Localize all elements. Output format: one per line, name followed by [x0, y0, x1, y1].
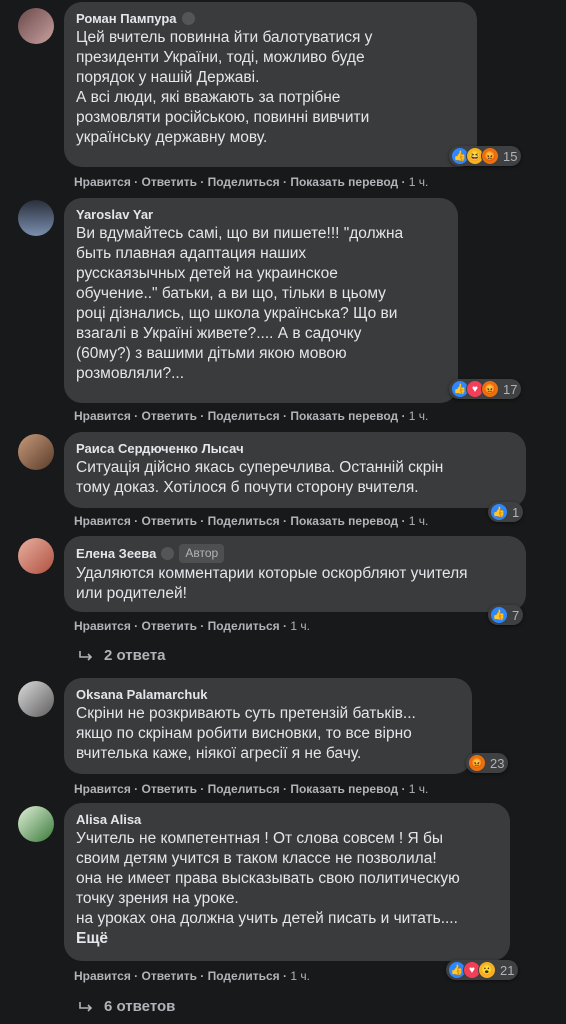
reply-link[interactable]: Ответить — [142, 969, 197, 983]
avatar[interactable] — [18, 806, 54, 842]
comment-bubble: Роман Пампура Цей вчитель повинна йти ба… — [64, 2, 477, 167]
comment-author[interactable]: Alisa Alisa — [76, 811, 141, 828]
share-link[interactable]: Поделиться — [208, 514, 280, 528]
comment-text: Удаляются комментарии которые оскорбляют… — [76, 565, 468, 602]
reply-link[interactable]: Ответить — [142, 782, 197, 796]
like-link[interactable]: Нравится — [74, 969, 131, 983]
like-link[interactable]: Нравится — [74, 782, 131, 796]
timestamp[interactable]: 1 ч. — [290, 969, 310, 983]
comment-bubble: Раиса Сердюченко Лысач Ситуація дійсно я… — [64, 432, 526, 508]
reply-arrow-icon — [79, 650, 93, 661]
avatar[interactable] — [18, 434, 54, 470]
share-link[interactable]: Поделиться — [208, 969, 280, 983]
reply-link[interactable]: Ответить — [142, 409, 197, 423]
angry-reaction-icon: 😡 — [468, 754, 486, 772]
comment-actions: Нравится · Ответить · Поделиться · 1 ч. — [74, 619, 310, 633]
timestamp[interactable]: 1 ч. — [409, 782, 429, 796]
reactions-summary[interactable]: 👍 ♥ 😡 17 — [449, 379, 522, 399]
timestamp[interactable]: 1 ч. — [409, 175, 429, 189]
avatar[interactable] — [18, 8, 54, 44]
comment-author[interactable]: Oksana Palamarchuk — [76, 686, 208, 703]
view-replies-link[interactable]: 2 ответа — [78, 647, 166, 664]
reply-arrow-icon — [79, 1001, 93, 1012]
comment-bubble: Alisa Alisa Учитель не компетентная ! От… — [64, 803, 510, 961]
translate-link[interactable]: Показать перевод — [290, 514, 398, 528]
like-link[interactable]: Нравится — [74, 514, 131, 528]
angry-reaction-icon: 😡 — [481, 380, 499, 398]
reaction-count: 17 — [503, 381, 518, 397]
comment-bubble: Oksana Palamarchuk Скріни не розкривають… — [64, 678, 472, 774]
reaction-count: 7 — [512, 607, 520, 623]
reactions-summary[interactable]: 👍 ♥ 😮 21 — [446, 960, 519, 980]
reaction-count: 1 — [512, 504, 520, 520]
profile-badge-icon — [181, 12, 195, 25]
timestamp[interactable]: 1 ч. — [409, 514, 429, 528]
comment-actions: Нравится · Ответить · Поделиться · Показ… — [74, 782, 429, 796]
like-link[interactable]: Нравится — [74, 409, 131, 423]
timestamp[interactable]: 1 ч. — [290, 619, 310, 633]
comment-text: Скріни не розкривають суть претензій бат… — [76, 705, 416, 762]
reaction-count: 15 — [503, 148, 518, 164]
avatar[interactable] — [18, 538, 54, 574]
comment-actions: Нравится · Ответить · Поделиться · Показ… — [74, 514, 429, 528]
like-reaction-icon: 👍 — [490, 503, 508, 521]
translate-link[interactable]: Показать перевод — [290, 175, 398, 189]
comment-bubble: Елена Зеева Автор Удаляются комментарии к… — [64, 536, 526, 612]
comment-text: Ви вдумайтесь самі, що ви пишете!!! "дол… — [76, 225, 404, 382]
comment-actions: Нравится · Ответить · Поделиться · 1 ч. — [74, 969, 310, 983]
reply-link[interactable]: Ответить — [142, 175, 197, 189]
share-link[interactable]: Поделиться — [208, 175, 280, 189]
reactions-summary[interactable]: 👍 7 — [488, 605, 524, 625]
translate-link[interactable]: Показать перевод — [290, 409, 398, 423]
view-replies-link[interactable]: 6 ответов — [78, 998, 175, 1015]
translate-link[interactable]: Показать перевод — [290, 782, 398, 796]
reaction-count: 23 — [490, 755, 505, 771]
comment-text: Цей вчитель повинна йти балотуватися у п… — [76, 29, 373, 146]
avatar[interactable] — [18, 200, 54, 236]
comment-author[interactable]: Yaroslav Yar — [76, 206, 153, 223]
author-tag: Автор — [179, 544, 225, 563]
reactions-summary[interactable]: 👍 1 — [488, 502, 524, 522]
like-link[interactable]: Нравится — [74, 619, 131, 633]
comment-author[interactable]: Раиса Сердюченко Лысач — [76, 440, 244, 457]
comment-bubble: Yaroslav Yar Ви вдумайтесь самі, що ви п… — [64, 198, 458, 403]
share-link[interactable]: Поделиться — [208, 409, 280, 423]
reactions-summary[interactable]: 😡 23 — [466, 753, 509, 773]
comment-text: Ситуація дійсно якась суперечлива. Остан… — [76, 459, 444, 496]
like-reaction-icon: 👍 — [490, 606, 508, 624]
comment-author[interactable]: Елена Зеева — [76, 545, 156, 562]
wow-reaction-icon: 😮 — [478, 961, 496, 979]
angry-reaction-icon: 😡 — [481, 147, 499, 165]
reactions-summary[interactable]: 👍 😆 😡 15 — [449, 146, 522, 166]
see-more-link[interactable]: Ещё — [76, 930, 108, 947]
comment-author[interactable]: Роман Пампура — [76, 10, 177, 27]
reply-link[interactable]: Ответить — [142, 514, 197, 528]
like-link[interactable]: Нравится — [74, 175, 131, 189]
comment-actions: Нравится · Ответить · Поделиться · Показ… — [74, 409, 429, 423]
avatar[interactable] — [18, 681, 54, 717]
reaction-count: 21 — [500, 962, 515, 978]
share-link[interactable]: Поделиться — [208, 782, 280, 796]
timestamp[interactable]: 1 ч. — [409, 409, 429, 423]
comment-text: Учитель не компетентная ! От слова совсе… — [76, 830, 460, 947]
share-link[interactable]: Поделиться — [208, 619, 280, 633]
profile-badge-icon — [161, 547, 175, 560]
comment-actions: Нравится · Ответить · Поделиться · Показ… — [74, 175, 429, 189]
reply-link[interactable]: Ответить — [142, 619, 197, 633]
